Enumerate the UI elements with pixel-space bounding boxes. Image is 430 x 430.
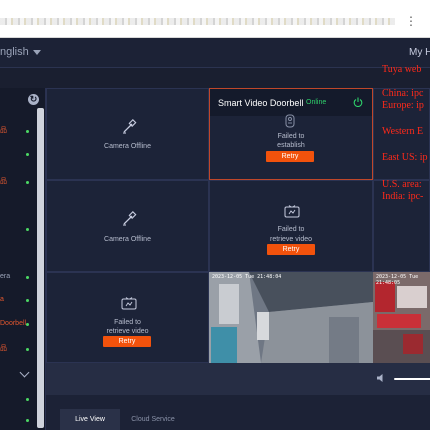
online-dot-icon: [26, 276, 29, 279]
camera-cell[interactable]: Failed to retrieve video Retry: [209, 180, 373, 272]
sidebar-scrollbar[interactable]: [37, 108, 44, 428]
live-video-feed[interactable]: 2023-12-05 Tue 21:48:05: [373, 272, 430, 363]
failed-text-line1: Failed to: [114, 319, 141, 326]
speaker-icon[interactable]: [376, 373, 386, 383]
camera-status-text: Camera Offline: [104, 143, 151, 150]
failed-text-line2: retrieve video: [106, 328, 149, 335]
device-sidebar: ↻ 品 品 era a Doorbell 品: [0, 88, 46, 430]
doorbell-cell[interactable]: Smart Video Doorbell Online Failed to es…: [209, 88, 373, 180]
video-frame-image: [209, 272, 373, 363]
app-header: nglish My H: [0, 38, 430, 68]
sidebar-item-label: Doorbell: [0, 320, 27, 327]
camera-cell[interactable]: Camera Offline: [46, 88, 209, 180]
doorbell-icon: [285, 114, 295, 128]
note-line: Europe: ip: [382, 100, 424, 111]
camera-cell[interactable]: Camera Offline: [46, 180, 209, 272]
menu-dots-icon[interactable]: ⋮: [405, 14, 418, 28]
sidebar-item-label: 品: [0, 178, 7, 185]
note-line: Western E: [382, 126, 424, 137]
chevron-down-icon[interactable]: [19, 367, 30, 378]
sidebar-item[interactable]: a: [0, 294, 29, 306]
doorbell-header: Smart Video Doorbell Online: [210, 89, 372, 116]
note-line: Tuya web: [382, 64, 422, 75]
online-dot-icon: [26, 323, 29, 326]
note-line: India: ipc-: [382, 191, 424, 202]
online-status: Online: [306, 99, 327, 106]
broken-video-icon: [284, 205, 300, 218]
device-title: Smart Video Doorbell: [218, 98, 304, 108]
sidebar-item[interactable]: 品: [0, 125, 29, 137]
blurred-browser-tabs: [0, 18, 395, 25]
refresh-icon[interactable]: ↻: [28, 94, 39, 105]
failed-text-line1: Failed to: [277, 133, 305, 140]
online-dot-icon: [26, 130, 29, 133]
retry-button[interactable]: Retry: [267, 244, 315, 255]
sidebar-item-label: era: [0, 273, 11, 280]
online-dot-icon: [26, 228, 29, 231]
failed-text-line1: Failed to: [277, 226, 305, 233]
language-selector[interactable]: nglish: [0, 46, 41, 58]
online-dot-icon: [26, 181, 29, 184]
online-dot-icon: [26, 348, 29, 351]
note-line: U.S. area:: [382, 179, 422, 190]
online-dot-icon: [26, 299, 29, 302]
bottom-tabs: Live View Cloud Service: [46, 395, 430, 430]
note-line: China: ipc: [382, 88, 424, 99]
sidebar-item-label: 品: [0, 345, 7, 352]
failed-text-line2: establish: [277, 142, 305, 149]
camera-offline-icon: [123, 211, 137, 226]
browser-toolbar: ⋮: [0, 0, 430, 38]
camera-grid: Camera Offline Smart Video Doorbell Onli…: [46, 88, 430, 363]
video-timestamp: 2023-12-05 Tue 21:48:05: [376, 274, 419, 286]
sidebar-item[interactable]: 品: [0, 176, 29, 188]
chevron-down-icon: [32, 49, 41, 55]
sidebar-item[interactable]: 品: [0, 343, 29, 355]
sidebar-item-label: a: [0, 296, 4, 303]
failed-text-line2: retrieve video: [269, 236, 313, 243]
camera-offline-icon: [123, 119, 137, 134]
broken-video-icon: [121, 297, 137, 310]
camera-status-text: Camera Offline: [104, 236, 151, 243]
language-label: nglish: [0, 46, 29, 58]
power-icon[interactable]: [353, 97, 363, 107]
note-line: East US: ip: [382, 152, 428, 163]
sidebar-item[interactable]: Doorbell: [0, 318, 29, 330]
online-dot-icon: [26, 419, 29, 422]
tab-live-view[interactable]: Live View: [60, 409, 120, 430]
sidebar-item[interactable]: era: [0, 271, 29, 283]
user-menu[interactable]: My H: [409, 47, 430, 58]
retry-button[interactable]: Retry: [103, 336, 151, 347]
annotation-overlay: Tuya web China: ipc Europe: ip Western E…: [382, 60, 430, 260]
volume-slider[interactable]: [394, 378, 430, 380]
camera-cell[interactable]: Failed to retrieve video Retry: [46, 272, 209, 363]
video-timestamp: 2023-12-05 Tue 21:48:04: [212, 274, 282, 280]
online-dot-icon: [26, 153, 29, 156]
tab-cloud-service[interactable]: Cloud Service: [124, 409, 182, 430]
live-video-feed[interactable]: 2023-12-05 Tue 21:48:04: [209, 272, 373, 363]
retry-button[interactable]: Retry: [266, 151, 314, 162]
playback-controls: [46, 363, 430, 395]
sidebar-item-label: 品: [0, 127, 7, 134]
online-dot-icon: [26, 398, 29, 401]
